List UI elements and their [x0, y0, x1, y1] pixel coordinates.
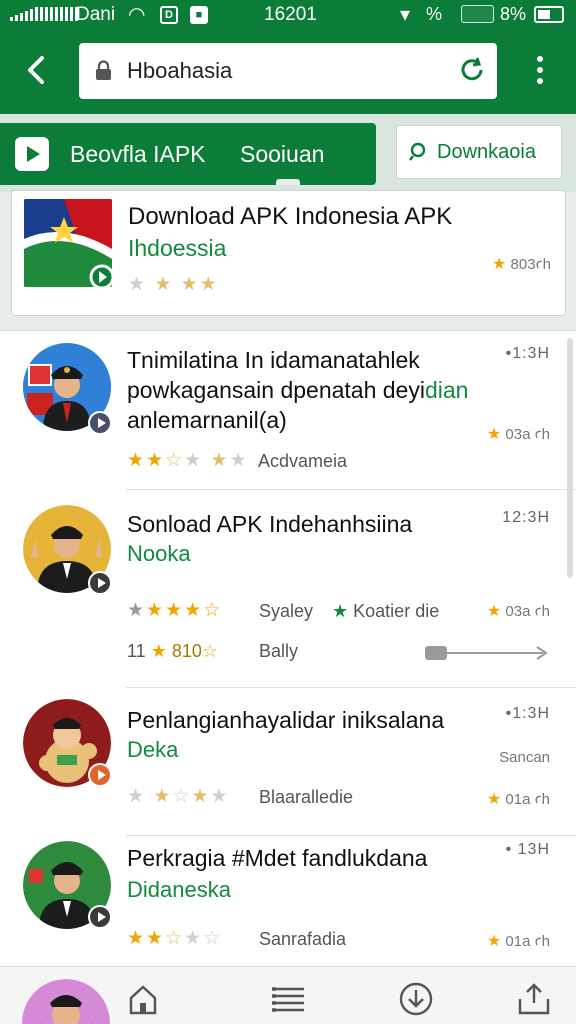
- list-icon[interactable]: [270, 981, 306, 1017]
- app-category: Acdvameia: [258, 451, 348, 471]
- app-developer: Deka: [127, 737, 179, 762]
- wifi-icon: ◠: [128, 4, 146, 26]
- app-stars: ★★☆★ ★★: [127, 450, 249, 471]
- app-developer: Nooka: [127, 541, 191, 566]
- app-title: Sonload APK Indehanhsiina: [127, 511, 413, 537]
- app-stars: ★★★★☆: [127, 600, 223, 621]
- app-meta-1: Syaley: [259, 601, 314, 621]
- app-bar: Hboahasia: [0, 30, 576, 114]
- app-flag-icon: [24, 199, 112, 287]
- app-list: Tnimilatina In idamanatahlek powkagansai…: [0, 330, 576, 966]
- notification-d-icon: D: [160, 6, 178, 24]
- notification-app-icon: ■: [190, 6, 208, 24]
- tab-indicator: [276, 179, 300, 185]
- app-rating: ★ 03a ꜥh: [486, 603, 550, 620]
- app-stars: ★ ★☆★★: [127, 786, 230, 807]
- signal-icon: [10, 7, 78, 21]
- lock-icon: [96, 60, 111, 80]
- status-indicator: [461, 5, 494, 23]
- battery-percent: 8%: [500, 4, 527, 24]
- app-rating: ★ 01a ꜥh: [486, 791, 550, 808]
- app-category: Blaaralledie: [259, 787, 354, 807]
- progress-slider[interactable]: [425, 645, 549, 660]
- url-bar[interactable]: Hboahasia: [79, 43, 497, 99]
- scrollbar[interactable]: [567, 338, 573, 578]
- tab-label-primary: Beovfla IAPK: [70, 141, 206, 167]
- app-extra-count: 11 ★ 810☆: [127, 641, 219, 661]
- tab-label-secondary: Sooiuan: [240, 141, 325, 167]
- home-icon[interactable]: [125, 981, 161, 1017]
- bottom-navigation: [0, 966, 576, 1024]
- search-icon: [409, 142, 426, 161]
- tabs-bar: Beovfla IAPK Sooiuan Downkaoia: [0, 114, 576, 192]
- app-category: Sanrafadia: [259, 929, 347, 949]
- url-text: Hboahasia: [127, 58, 233, 83]
- app-extra-label: Bally: [259, 641, 299, 661]
- back-arrow-icon[interactable]: [20, 52, 56, 88]
- status-bar: Dani ◠ D ■ 16201 ▾ % 8%: [0, 0, 576, 30]
- app-title: Perkragia #Mdet fandlukdana: [127, 845, 428, 871]
- app-time: •1:3H: [505, 705, 550, 722]
- app-meta-2: ★ Koatier die: [332, 601, 440, 621]
- app-badge-icon: [88, 763, 112, 787]
- app-secondary-label: Sancan: [499, 749, 550, 766]
- app-stars: ★★☆★☆: [127, 928, 223, 949]
- wifi-icon-right: ▾: [400, 4, 411, 26]
- app-badge-icon: [88, 571, 112, 595]
- reload-icon[interactable]: [457, 55, 487, 85]
- profile-avatar[interactable]: [22, 979, 110, 1024]
- featured-app-card[interactable]: Download APK Indonesia APK Ihdoessia ★ ★…: [11, 190, 566, 316]
- app-rating: ★ 01a ꜥh: [486, 933, 550, 950]
- featured-app-stars: ★ ★ ★★: [128, 274, 219, 295]
- app-title: Penlangianhayalidar iniksalana: [127, 707, 445, 733]
- app-time: 12:3H: [502, 509, 550, 526]
- featured-app-rating: ★ 803ꜥh: [492, 256, 551, 273]
- share-icon[interactable]: [516, 981, 552, 1017]
- app-rating: ★ 03a ꜥh: [486, 426, 550, 443]
- carrier-name: Dani: [76, 4, 116, 25]
- battery-icon: [534, 6, 564, 23]
- download-button-label: Downkaoia: [437, 141, 536, 163]
- featured-app-title: Download APK Indonesia APK: [128, 203, 453, 230]
- play-store-icon: [15, 137, 49, 171]
- app-time: •1:3H: [505, 345, 550, 362]
- app-title: Tnimilatina In idamanatahlek powkagansai…: [127, 347, 469, 433]
- featured-app-developer: Ihdoessia: [128, 235, 227, 261]
- app-developer: Didaneska: [127, 877, 231, 902]
- data-percent-icon: %: [426, 4, 443, 24]
- download-button[interactable]: Downkaoia: [396, 125, 562, 179]
- app-badge-icon: [88, 905, 112, 929]
- tab-store[interactable]: Beovfla IAPK Sooiuan: [0, 123, 376, 185]
- clock-time: 16201: [264, 4, 317, 25]
- kebab-menu-icon[interactable]: [530, 54, 550, 90]
- app-badge-icon: [88, 411, 112, 435]
- app-time: • 13H: [505, 841, 550, 858]
- download-icon[interactable]: [398, 981, 434, 1017]
